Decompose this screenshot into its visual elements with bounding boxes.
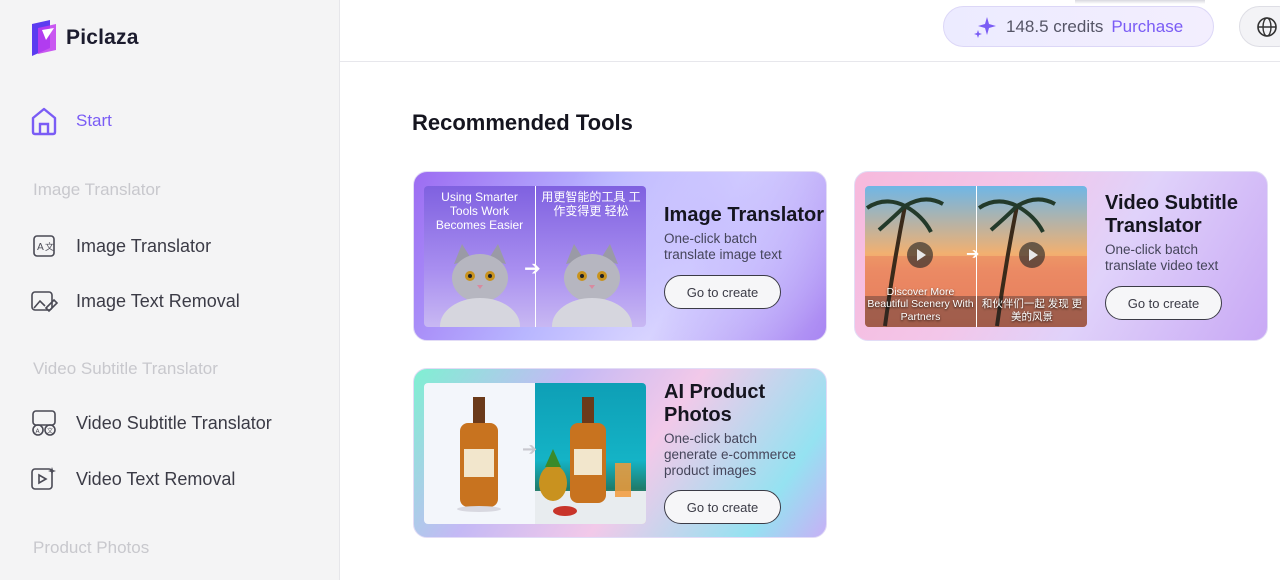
arrow-right-icon: ➔ xyxy=(524,258,541,280)
home-icon xyxy=(31,107,57,136)
sidebar-item-label: Image Text Removal xyxy=(76,290,240,311)
card-title: Image Translator xyxy=(664,204,825,226)
go-to-create-button[interactable]: Go to create xyxy=(664,490,781,524)
card-body: Video Subtitle Translator One-click batc… xyxy=(1105,192,1255,274)
sidebar: Piclaza Start Image Translator A文 Image … xyxy=(0,0,340,580)
brand-name: Piclaza xyxy=(66,26,139,49)
sidebar-item-video-text-removal[interactable]: Video Text Removal xyxy=(30,465,235,493)
card-thumbnail: ➔ xyxy=(424,383,646,524)
card-thumbnail: Discover More Beautiful Scenery With Par… xyxy=(865,186,1087,327)
arrow-right-icon: ➔ xyxy=(522,439,538,459)
sidebar-item-video-subtitle-translator[interactable]: A文 Video Subtitle Translator xyxy=(30,409,272,437)
svg-text:文: 文 xyxy=(45,241,54,253)
sidebar-item-label: Image Translator xyxy=(76,235,212,256)
header-divider xyxy=(340,61,1280,62)
tool-card-image-translator[interactable]: Using Smarter Tools Work Becomes Easier … xyxy=(413,171,827,341)
card-description: One-click batch generate e-commerce prod… xyxy=(664,431,797,478)
card-body: Image Translator One-click batch transla… xyxy=(664,204,824,263)
sidebar-item-label: Start xyxy=(76,111,112,130)
bottle-scene-image xyxy=(535,397,646,524)
play-icon[interactable] xyxy=(907,242,933,268)
sidebar-item-image-text-removal[interactable]: Image Text Removal xyxy=(30,287,240,315)
svg-text:文: 文 xyxy=(47,427,53,435)
tool-card-video-subtitle-translator[interactable]: Discover More Beautiful Scenery With Par… xyxy=(854,171,1268,341)
image-eraser-icon xyxy=(30,287,58,315)
thumb-after xyxy=(535,383,646,524)
thumb-after: 和伙伴们一起 发现 更美的风景 xyxy=(976,186,1087,327)
arrow-right-icon: ➔ xyxy=(966,246,980,263)
go-to-create-button[interactable]: Go to create xyxy=(1105,286,1222,320)
sparkle-icon xyxy=(974,16,996,38)
credits-button[interactable]: 148.5 credits Purchase xyxy=(943,6,1214,47)
thumb-before: Using Smarter Tools Work Becomes Easier xyxy=(424,186,535,327)
sidebar-item-label: Video Text Removal xyxy=(76,468,236,489)
bottle-image xyxy=(457,397,501,512)
card-body: AI Product Photos One-click batch genera… xyxy=(664,381,814,479)
logo[interactable]: Piclaza xyxy=(30,20,139,56)
section-title: Product Photos xyxy=(33,538,150,557)
sidebar-item-image-translator[interactable]: A文 Image Translator xyxy=(30,232,211,260)
translate-image-icon: A文 xyxy=(30,232,58,260)
section-title: Video Subtitle Translator xyxy=(33,359,218,378)
purchase-link[interactable]: Purchase xyxy=(1111,17,1183,37)
credits-amount: 148.5 credits xyxy=(1006,16,1104,36)
video-translate-icon: A文 xyxy=(30,409,58,437)
card-thumbnail: Using Smarter Tools Work Becomes Easier … xyxy=(424,186,646,327)
card-description: One-click batch translate video text xyxy=(1105,242,1219,273)
logo-mark-icon xyxy=(32,20,56,56)
thumb-after: 用更智能的工具 工作变得更 轻松 xyxy=(535,186,646,327)
card-description: One-click batch translate image text xyxy=(664,231,782,262)
cat-image xyxy=(552,244,632,327)
go-to-create-button[interactable]: Go to create xyxy=(664,275,781,309)
svg-text:A: A xyxy=(37,242,44,253)
section-title: Image Translator xyxy=(33,180,161,199)
globe-icon xyxy=(1257,16,1277,37)
language-button[interactable] xyxy=(1239,6,1280,47)
tool-card-ai-product-photos[interactable]: ➔ AI Product Photos One-click batch gene… xyxy=(413,368,827,538)
sidebar-item-start[interactable]: Start xyxy=(30,106,112,136)
sidebar-item-label: Video Subtitle Translator xyxy=(76,412,272,433)
header-shadow xyxy=(1075,0,1205,4)
card-title: AI Product Photos xyxy=(664,381,766,426)
thumb-before: Discover More Beautiful Scenery With Par… xyxy=(865,186,976,327)
cat-image xyxy=(440,244,520,327)
card-title: Video Subtitle Translator xyxy=(1105,192,1238,237)
page-title: Recommended Tools xyxy=(412,110,633,135)
play-icon[interactable] xyxy=(1019,242,1045,268)
video-eraser-icon xyxy=(30,465,58,493)
thumb-before xyxy=(424,383,535,524)
thumb-caption-zh: 和伙伴们一起 发现 更美的风景 xyxy=(981,298,1083,323)
thumb-caption-en: Discover More Beautiful Scenery With Par… xyxy=(867,285,974,323)
